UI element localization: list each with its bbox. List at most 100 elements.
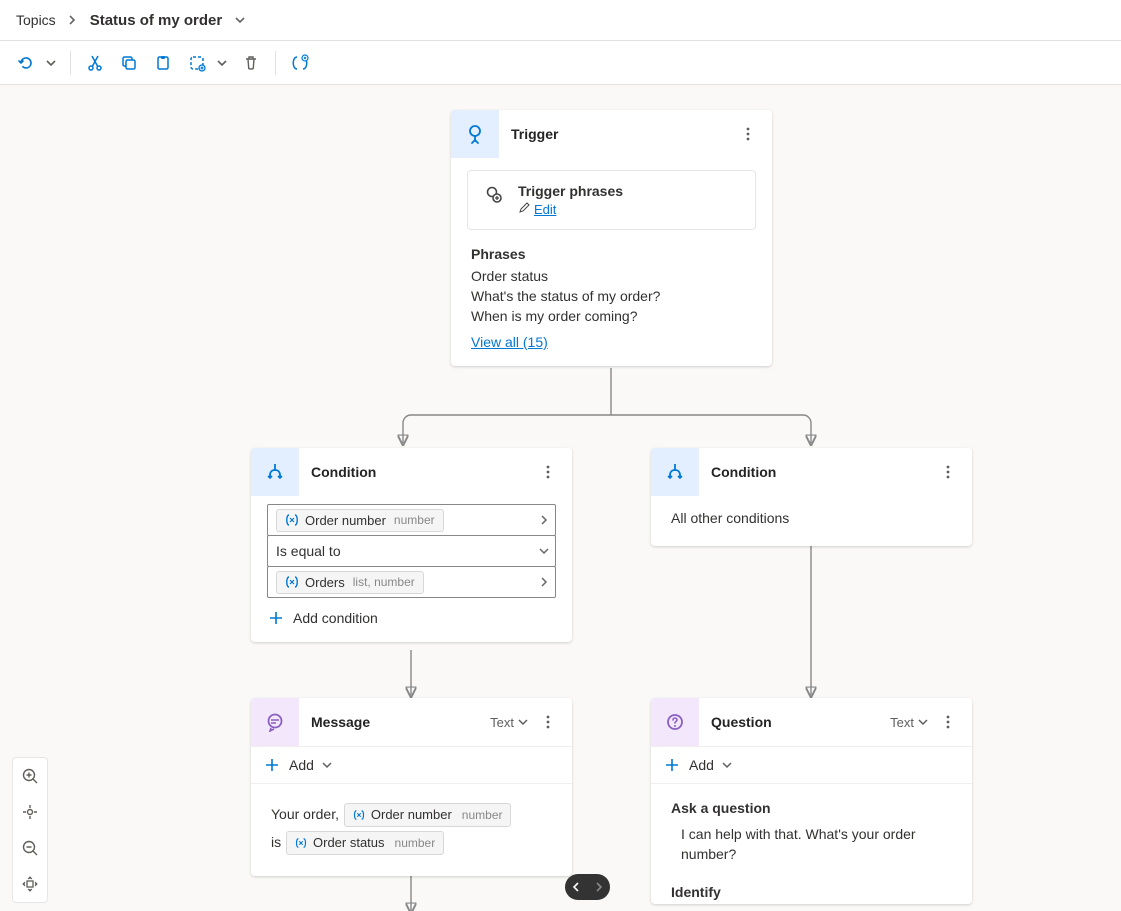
ask-question-heading: Ask a question (671, 800, 952, 816)
variable-icon (295, 837, 307, 849)
variable-type: list, number (353, 575, 415, 589)
zoom-controls (12, 757, 48, 903)
add-condition-button[interactable]: Add condition (267, 610, 556, 626)
condition-operator-field[interactable]: Is equal to (267, 535, 556, 567)
node-title: Condition (711, 464, 924, 480)
add-label: Add (289, 757, 314, 773)
separator (70, 51, 71, 75)
variable-name: Order number (305, 513, 386, 528)
delete-button[interactable] (237, 49, 265, 77)
variable-chip[interactable]: Order number number (344, 803, 512, 827)
trigger-icon (451, 110, 499, 158)
variable-icon (353, 809, 365, 821)
phrases-icon (482, 183, 506, 207)
question-icon (651, 698, 699, 746)
type-label: Text (490, 715, 514, 730)
zoom-out-button[interactable] (13, 830, 47, 866)
variable-name: Order status (313, 829, 385, 857)
phrases-heading: Phrases (471, 246, 752, 262)
node-title: Message (311, 714, 478, 730)
chevron-down-icon (539, 543, 549, 559)
undo-menu-button[interactable] (42, 49, 60, 77)
cut-button[interactable] (81, 49, 109, 77)
paste-button[interactable] (149, 49, 177, 77)
edit-phrases-link[interactable]: Edit (518, 202, 556, 217)
node-title: Trigger (511, 126, 724, 142)
variable-icon (285, 575, 299, 589)
message-node[interactable]: Message Text Add Your order, (251, 698, 572, 876)
condition-node-left[interactable]: Condition Order number number Is equ (251, 448, 572, 642)
plus-icon (263, 758, 281, 772)
variable-name: Orders (305, 575, 345, 590)
condition-else-text: All other conditions (651, 496, 972, 546)
variable-chip[interactable]: Order status number (286, 831, 444, 855)
trigger-node[interactable]: Trigger Trigger phrases Edit (451, 110, 772, 366)
message-text-segment: Your order, (271, 806, 343, 822)
view-all-phrases-link[interactable]: View all (15) (471, 334, 548, 350)
chevron-down-icon (722, 760, 732, 770)
toolbar (0, 41, 1121, 85)
message-text-editor[interactable]: Your order, Order number number is Order… (251, 784, 572, 876)
chevron-right-icon (68, 12, 78, 28)
select-menu-button[interactable] (213, 49, 231, 77)
undo-button[interactable] (12, 49, 40, 77)
chevron-right-icon (594, 882, 604, 892)
variation-pager[interactable] (565, 874, 610, 900)
select-button[interactable] (183, 49, 211, 77)
phrase-item: What's the status of my order? (471, 288, 752, 304)
question-type-selector[interactable]: Text (890, 715, 928, 730)
separator (275, 51, 276, 75)
chevron-right-icon (539, 512, 549, 528)
node-title: Question (711, 714, 878, 730)
more-menu-button[interactable] (536, 460, 560, 484)
question-text[interactable]: I can help with that. What's your order … (681, 824, 941, 864)
chevron-left-icon (571, 882, 581, 892)
variable-type: number (395, 829, 436, 857)
identify-heading: Identify (671, 884, 952, 900)
authoring-canvas[interactable]: Trigger Trigger phrases Edit (0, 85, 1121, 911)
variable-name: Order number (371, 801, 452, 829)
variable-icon (285, 513, 299, 527)
variable-chip: Order number number (276, 509, 444, 532)
type-label: Text (890, 715, 914, 730)
more-menu-button[interactable] (936, 710, 960, 734)
chevron-down-icon (322, 760, 332, 770)
phrase-item: When is my order coming? (471, 308, 752, 324)
variable-type: number (462, 801, 503, 829)
trigger-phrases-card[interactable]: Trigger phrases Edit (467, 170, 756, 230)
edit-label: Edit (534, 202, 556, 217)
variables-button[interactable] (286, 49, 314, 77)
breadcrumb-root[interactable]: Topics (16, 12, 56, 28)
more-menu-button[interactable] (736, 122, 760, 146)
breadcrumb: Topics Status of my order (0, 0, 1121, 41)
fit-view-button[interactable] (13, 866, 47, 902)
add-variation-button[interactable]: Add (251, 746, 572, 784)
add-condition-label: Add condition (293, 610, 378, 626)
trigger-phrases-title: Trigger phrases (518, 183, 741, 199)
question-node[interactable]: Question Text Add Ask a question I can h… (651, 698, 972, 904)
message-text-segment: is (271, 834, 285, 850)
condition-value-field[interactable]: Orders list, number (267, 566, 556, 598)
add-label: Add (689, 757, 714, 773)
condition-variable-field[interactable]: Order number number (267, 504, 556, 536)
message-type-selector[interactable]: Text (490, 715, 528, 730)
pencil-icon (518, 202, 530, 217)
more-menu-button[interactable] (936, 460, 960, 484)
add-variation-button[interactable]: Add (651, 746, 972, 784)
reset-view-button[interactable] (13, 794, 47, 830)
condition-node-right[interactable]: Condition All other conditions (651, 448, 972, 546)
zoom-in-button[interactable] (13, 758, 47, 794)
more-menu-button[interactable] (536, 710, 560, 734)
variable-type: number (394, 513, 435, 527)
chevron-down-icon[interactable] (234, 14, 246, 26)
plus-icon (267, 611, 285, 625)
message-icon (251, 698, 299, 746)
breadcrumb-title[interactable]: Status of my order (90, 12, 223, 29)
phrase-item: Order status (471, 268, 752, 284)
variable-chip: Orders list, number (276, 571, 424, 594)
condition-icon (651, 448, 699, 496)
condition-icon (251, 448, 299, 496)
copy-button[interactable] (115, 49, 143, 77)
operator-value: Is equal to (276, 543, 341, 559)
plus-icon (663, 758, 681, 772)
